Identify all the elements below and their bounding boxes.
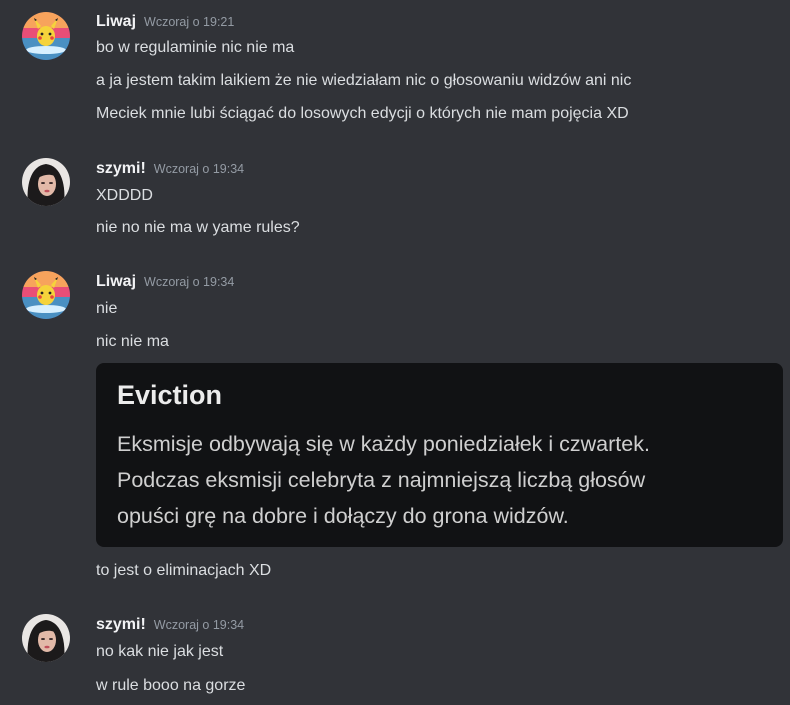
- pikachu-surfboard-icon: [22, 12, 70, 60]
- embed-title: Eviction: [117, 380, 223, 410]
- pikachu-surfboard-icon: [22, 271, 70, 319]
- pikachu-surfboard-avatar[interactable]: [22, 271, 70, 319]
- dark-haired-person-avatar[interactable]: [22, 614, 70, 662]
- person-portrait-icon: [22, 158, 70, 206]
- message-text: Meciek mnie lubi ściągać do losowych edy…: [96, 105, 629, 122]
- person-portrait-icon: [22, 614, 70, 662]
- message-header: Liwaj Wczoraj o 19:34: [96, 272, 234, 292]
- username[interactable]: Liwaj: [96, 13, 136, 30]
- message-text: w rule booo na gorze: [96, 677, 246, 694]
- embed-text-line: Podczas eksmisji celebryta z najmniejszą…: [117, 468, 646, 492]
- timestamp[interactable]: Wczoraj o 19:34: [154, 162, 244, 176]
- message-text: to jest o eliminacjach XD: [96, 562, 272, 579]
- message-text: XDDDD: [96, 187, 153, 204]
- username[interactable]: Liwaj: [96, 273, 136, 290]
- image-embed[interactable]: Eviction Eksmisje odbywają się w każdy p…: [96, 363, 783, 547]
- embed-text-line: opuści grę na dobre i dołączy do grona w…: [117, 504, 569, 528]
- username[interactable]: szymi!: [96, 160, 146, 177]
- message-text: a ja jestem takim laikiem że nie wiedzia…: [96, 72, 632, 89]
- message-text: bo w regulaminie nic nie ma: [96, 39, 295, 56]
- embed-text-line: Eksmisje odbywają się w każdy poniedział…: [117, 432, 650, 456]
- message-text: nic nie ma: [96, 333, 169, 350]
- message-header: szymi! Wczoraj o 19:34: [96, 159, 244, 179]
- username[interactable]: szymi!: [96, 616, 146, 633]
- message-text: nie no nie ma w yame rules?: [96, 219, 300, 236]
- timestamp[interactable]: Wczoraj o 19:34: [154, 618, 244, 632]
- message-text: nie: [96, 300, 118, 317]
- pikachu-surfboard-avatar[interactable]: [22, 12, 70, 60]
- message-header: szymi! Wczoraj o 19:34: [96, 615, 244, 635]
- timestamp[interactable]: Wczoraj o 19:21: [144, 15, 234, 29]
- chat-message-list: Liwaj Wczoraj o 19:21 bo w regulaminie ni…: [0, 0, 790, 705]
- message-text: no kak nie jak jest: [96, 643, 224, 660]
- timestamp[interactable]: Wczoraj o 19:34: [144, 275, 234, 289]
- message-header: Liwaj Wczoraj o 19:21: [96, 12, 234, 32]
- dark-haired-person-avatar[interactable]: [22, 158, 70, 206]
